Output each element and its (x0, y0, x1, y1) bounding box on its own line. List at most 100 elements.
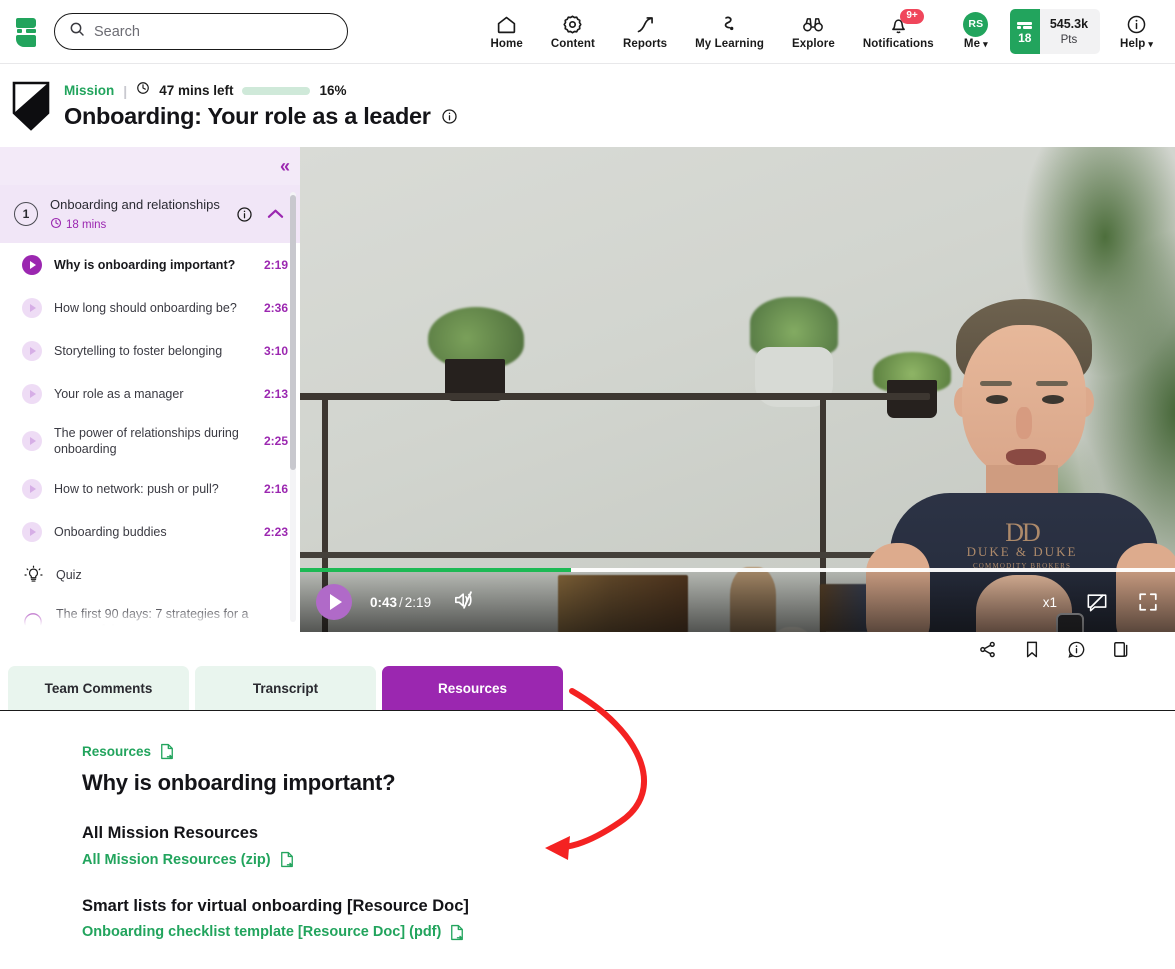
video-player[interactable]: DD DUKE & DUKE COMMODITY BROKERS 0:43/2:… (300, 147, 1175, 632)
resource-group-title: All Mission Resources (82, 824, 259, 842)
sidebar-scrollbar-thumb[interactable] (290, 195, 296, 470)
play-icon[interactable] (22, 297, 42, 318)
lesson-label: Quiz (56, 567, 82, 582)
resource-download-link[interactable]: All Mission Resources (zip) (82, 851, 294, 868)
nav-label-content: Content (550, 38, 595, 50)
resources-heading: Why is onboarding important? (82, 770, 396, 795)
nav-item-reports[interactable]: Reports (609, 11, 681, 52)
nav-item-notifications[interactable]: 9+ Notifications (849, 9, 948, 52)
lesson-label: The power of relationships during onboar… (54, 426, 239, 456)
lesson-item[interactable]: Storytelling to foster belonging 3:10 (0, 329, 300, 372)
mission-kicker: Mission (64, 83, 115, 98)
copy-icon[interactable] (1112, 640, 1131, 659)
chevron-down-icon: ▾ (1148, 39, 1153, 49)
lesson-label: Your role as a manager (54, 386, 184, 401)
lesson-duration: 2:19 (263, 257, 288, 272)
lightbulb-icon (22, 565, 44, 585)
chevron-up-icon[interactable] (267, 206, 284, 223)
lesson-item[interactable]: The first 90 days: 7 strategies for a su… (0, 596, 300, 632)
nav-label-home: Home (490, 38, 523, 50)
play-icon[interactable] (22, 340, 42, 361)
tab-team-comments[interactable]: Team Comments (8, 666, 189, 710)
playback-speed-button[interactable]: x1 (1043, 595, 1057, 610)
section-duration: 18 mins (50, 217, 224, 232)
content-split: « 1 Onboarding and relationships 18 mins (0, 147, 1175, 632)
avatar-initials: RS (963, 11, 989, 37)
nav-item-help[interactable]: Help ▾ (1106, 11, 1167, 52)
mission-shield-icon (12, 81, 50, 131)
nav-label-my-learning: My Learning (695, 38, 764, 50)
gear-icon (562, 13, 583, 35)
play-icon[interactable] (22, 254, 42, 275)
nav-item-explore[interactable]: Explore (778, 11, 849, 52)
nav-label-help: Help ▾ (1120, 38, 1153, 50)
lesson-duration: 2:25 (263, 434, 288, 448)
points-value: 545.3k (1049, 17, 1089, 31)
section-number: 1 (14, 202, 38, 226)
share-icon[interactable] (978, 640, 997, 659)
app-logo-small-icon (1017, 21, 1033, 31)
nav-item-me[interactable]: RS Me ▾ (948, 11, 1004, 52)
play-icon[interactable] (22, 383, 42, 404)
nav-item-home[interactable]: Home (476, 11, 536, 52)
nav-label-reports: Reports (622, 38, 668, 50)
points-level-value: 18 (1018, 30, 1032, 45)
tab-transcript[interactable]: Transcript (195, 666, 376, 710)
nav-label-explore: Explore (791, 38, 835, 50)
section-duration-text: 18 mins (66, 218, 107, 231)
shirt-logo-main: DUKE & DUKE (966, 544, 1078, 560)
info-bubble-icon[interactable] (1067, 640, 1086, 659)
bookmark-icon[interactable] (1023, 640, 1041, 659)
app-logo[interactable] (12, 16, 40, 48)
section-title: Onboarding and relationships (50, 197, 220, 212)
resources-panel: Resources Why is onboarding important? A… (0, 711, 1175, 961)
lesson-action-icons (0, 632, 1175, 666)
play-icon[interactable] (22, 478, 42, 499)
mission-meta: Mission | 47 mins left 16% (64, 81, 458, 100)
lesson-label: Why is onboarding important? (54, 257, 236, 272)
play-button[interactable] (316, 584, 352, 620)
tab-resources[interactable]: Resources (382, 666, 563, 710)
lesson-item[interactable]: Your role as a manager 2:13 (0, 372, 300, 415)
captions-off-icon[interactable] (1085, 592, 1109, 613)
lesson-item[interactable]: How long should onboarding be? 2:36 (0, 286, 300, 329)
play-icon[interactable] (22, 431, 42, 451)
video-controls-right: x1 (1043, 591, 1159, 613)
sidebar-section-header[interactable]: 1 Onboarding and relationships 18 mins (0, 185, 300, 243)
info-circle-icon[interactable] (236, 206, 253, 223)
fullscreen-icon[interactable] (1137, 591, 1159, 613)
shirt-logo: DD DUKE & DUKE COMMODITY BROKERS (952, 519, 1092, 570)
nav-label-me: Me ▾ (964, 38, 988, 50)
points-level-badge: 18 (1009, 9, 1040, 54)
search-box[interactable] (54, 13, 348, 50)
trend-arrow-icon (635, 13, 656, 35)
path-icon (719, 13, 740, 35)
mission-header: Mission | 47 mins left 16% Onboarding: Y… (0, 64, 1175, 147)
document-link-icon (450, 924, 464, 941)
circle-icon (22, 612, 44, 632)
lesson-label: The first 90 days: 7 strategies for a su… (56, 607, 249, 632)
nav-item-my-learning[interactable]: My Learning (681, 11, 778, 52)
play-icon[interactable] (22, 521, 42, 542)
nav-item-content[interactable]: Content (537, 11, 609, 52)
lesson-item[interactable]: Onboarding buddies 2:23 (0, 510, 300, 553)
lesson-item[interactable]: Quiz (0, 553, 300, 596)
info-circle-icon[interactable] (441, 108, 458, 125)
lesson-duration: 2:23 (263, 524, 288, 539)
lesson-item[interactable]: The power of relationships during onboar… (0, 415, 300, 467)
lesson-sidebar: « 1 Onboarding and relationships 18 mins (0, 147, 300, 632)
points-total: 545.3k Pts (1039, 9, 1101, 54)
lesson-item[interactable]: How to network: push or pull? 2:16 (0, 467, 300, 510)
lesson-label: Storytelling to foster belonging (54, 343, 223, 358)
home-icon (496, 13, 517, 35)
volume-muted-icon[interactable] (453, 589, 477, 616)
resource-download-link[interactable]: Onboarding checklist template [Resource … (82, 924, 464, 941)
clock-icon (50, 217, 62, 232)
mission-time-left: 47 mins left (159, 83, 234, 98)
video-duration: 2:19 (404, 594, 432, 610)
points-widget[interactable]: 18 545.3k Pts (1009, 9, 1101, 54)
double-chevron-left-icon[interactable]: « (280, 156, 290, 177)
lesson-item[interactable]: Why is onboarding important? 2:19 (0, 243, 300, 286)
search-input[interactable] (94, 23, 333, 40)
binoculars-icon (802, 13, 824, 35)
